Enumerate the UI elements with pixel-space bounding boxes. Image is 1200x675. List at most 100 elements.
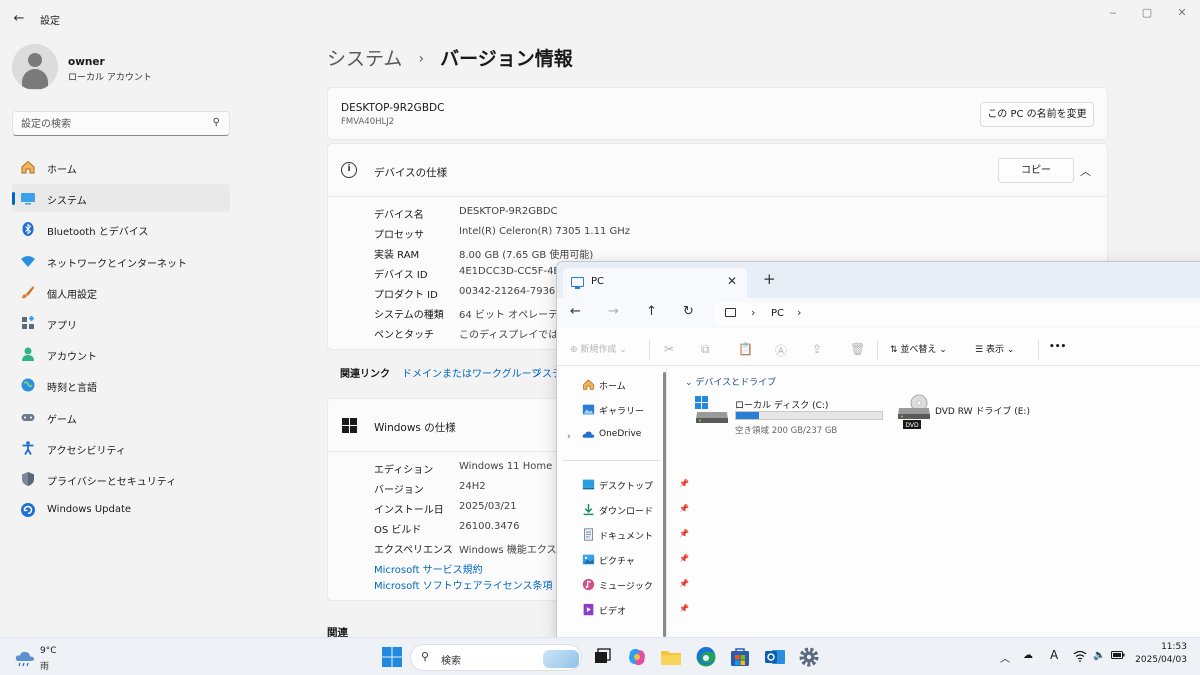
task-view-icon[interactable] (591, 646, 613, 668)
sidebar-item-accessibility[interactable]: アクセシビリティ (12, 434, 230, 462)
rename-pc-button[interactable]: この PC の名前を変更 (980, 102, 1094, 127)
sort-button[interactable]: ⇅ 並べ替え ⌄ (890, 342, 947, 355)
nav-pane-scrollbar[interactable] (663, 372, 666, 637)
refresh-icon[interactable]: ↻ (683, 304, 694, 320)
sidebar-item-personalization[interactable]: 個人用設定 (12, 278, 230, 306)
domain-workgroup-link[interactable]: ドメインまたはワークグループ (402, 365, 541, 380)
search-icon: ⚲ (212, 117, 220, 128)
related-section-title: 関連 (327, 627, 348, 637)
sidebar-item-system[interactable]: システム (12, 184, 230, 213)
more-options-button[interactable]: ••• (1049, 342, 1066, 352)
music-icon (582, 578, 595, 591)
back-arrow-icon[interactable]: ← (570, 304, 581, 320)
rename-icon[interactable]: Ⓐ (775, 342, 787, 359)
sidebar-item-network[interactable]: ネットワークとインターネット (12, 247, 230, 275)
edge-icon[interactable] (695, 646, 717, 668)
copilot-icon[interactable] (626, 646, 648, 668)
local-disk-icon (695, 396, 729, 424)
sidebar-item-privacy[interactable]: プライバシーとセキュリティ (12, 465, 230, 493)
address-location[interactable]: PC (771, 308, 784, 319)
search-highlight-image (543, 650, 579, 668)
drive-c[interactable]: ローカル ディスク (C:) 空き領域 200 GB/237 GB (695, 394, 895, 436)
explorer-tab-pc[interactable]: PC ✕ (563, 268, 747, 298)
page-title: バージョン情報 (440, 48, 573, 70)
share-icon[interactable]: ⇪ (812, 342, 822, 356)
device-specs-header[interactable]: i デバイスの仕様 コピー ︿ (328, 144, 1107, 197)
forward-arrow-icon[interactable]: → (608, 304, 619, 320)
windows-logo-icon (342, 418, 357, 433)
taskbar-search[interactable]: ⚲ 検索 (410, 644, 582, 671)
breadcrumb-parent[interactable]: システム (327, 48, 402, 70)
sidebar-item-accounts[interactable]: アカウント (12, 340, 230, 368)
explorer-nav-bar: ← → ↑ ↻ › PC › (557, 298, 1200, 328)
maximize-button[interactable]: ▢ (1137, 4, 1157, 22)
clock[interactable]: 11:53 2025/04/03 (1135, 642, 1187, 665)
drive-usage-fill (736, 412, 760, 419)
device-model: FMVA40HLJ2 (341, 117, 395, 127)
ime-indicator[interactable]: A (1050, 648, 1058, 662)
paste-icon[interactable]: 📋 (738, 342, 753, 356)
sidebar-item-time-language[interactable]: 時刻と言語 (12, 371, 230, 399)
device-name: DESKTOP-9R2GBDC (341, 102, 445, 114)
spec-row: エクスペリエンス Windows 機能エクスペ (374, 545, 566, 556)
devices-group-header[interactable]: ⌄ デバイスとドライブ (685, 375, 776, 388)
chevron-right-icon[interactable]: › (797, 306, 801, 319)
document-icon (582, 528, 595, 541)
chevron-right-icon[interactable]: › (567, 432, 571, 442)
weather-widget[interactable]: 9°C 雨 (14, 644, 84, 672)
back-button[interactable]: ← (10, 10, 28, 28)
address-bar[interactable]: › PC › (715, 302, 1200, 326)
wifi-icon[interactable] (1073, 650, 1087, 665)
dvd-drive-icon: DVD (897, 394, 931, 430)
battery-icon[interactable] (1111, 650, 1125, 663)
copy-button[interactable]: コピー (998, 158, 1074, 183)
view-button[interactable]: ☰ 表示 ⌄ (975, 342, 1014, 355)
desktop-icon (582, 478, 595, 491)
start-button[interactable] (381, 646, 403, 668)
new-tab-button[interactable]: + (763, 271, 776, 287)
sidebar-item-home[interactable]: ホーム (12, 153, 230, 181)
search-input[interactable] (21, 116, 201, 132)
delete-icon[interactable]: 🗑 (850, 342, 865, 356)
chevron-up-icon[interactable]: ︿ (1080, 163, 1091, 179)
settings-gear-icon[interactable] (798, 646, 820, 668)
chevron-right-icon[interactable]: › (751, 306, 755, 319)
home-icon (582, 378, 595, 391)
windows-specs-title: Windows の仕様 (374, 422, 456, 434)
rain-cloud-icon (14, 650, 36, 667)
sidebar-item-windows-update[interactable]: Windows Update (12, 496, 230, 524)
dvd-badge: DVD (905, 422, 919, 429)
apps-icon (20, 315, 36, 331)
ms-license-terms-link[interactable]: Microsoft ソフトウェアライセンス条項 (374, 577, 553, 593)
related-links-label: 関連リンク (340, 369, 390, 380)
volume-icon[interactable]: 🔈 (1093, 650, 1105, 661)
cloud-sync-icon[interactable]: ☁ (1023, 650, 1033, 661)
update-icon (20, 502, 36, 518)
sidebar-item-bluetooth[interactable]: Bluetooth とデバイス (12, 215, 230, 243)
spec-row: インストール日 2025/03/21 (374, 501, 517, 516)
settings-search[interactable]: ⚲ (12, 111, 230, 136)
tray-overflow-chevron-icon[interactable]: ︿ (1000, 650, 1010, 665)
globe-icon (20, 377, 36, 393)
account-type: ローカル アカウント (68, 73, 152, 83)
explorer-tab-bar: PC ✕ + (557, 262, 1200, 298)
drive-e[interactable]: DVD DVD RW ドライブ (E:) (897, 394, 1057, 434)
cut-icon[interactable]: ✂ (664, 342, 674, 356)
outlook-icon[interactable] (764, 646, 786, 668)
picture-icon (582, 553, 595, 566)
sidebar-item-apps[interactable]: アプリ (12, 309, 230, 337)
spec-row: エディション Windows 11 Home (374, 461, 553, 476)
close-tab-icon[interactable]: ✕ (727, 274, 737, 288)
wifi-icon (20, 253, 36, 269)
sidebar-item-gaming[interactable]: ゲーム (12, 403, 230, 431)
device-card: DESKTOP-9R2GBDC FMVA40HLJ2 この PC の名前を変更 (327, 87, 1108, 140)
close-button[interactable]: ✕ (1172, 4, 1192, 22)
minimize-button[interactable]: ‒ (1103, 4, 1123, 22)
up-arrow-icon[interactable]: ↑ (646, 304, 657, 320)
new-button[interactable]: ⊕ 新規作成 ⌄ (570, 342, 627, 355)
store-icon[interactable] (729, 646, 751, 668)
ms-service-agreement-link[interactable]: Microsoft サービス規約 (374, 561, 553, 577)
copy-icon[interactable]: ⧉ (701, 342, 710, 357)
file-explorer-icon[interactable] (660, 646, 682, 668)
search-icon: ⚲ (421, 650, 430, 663)
